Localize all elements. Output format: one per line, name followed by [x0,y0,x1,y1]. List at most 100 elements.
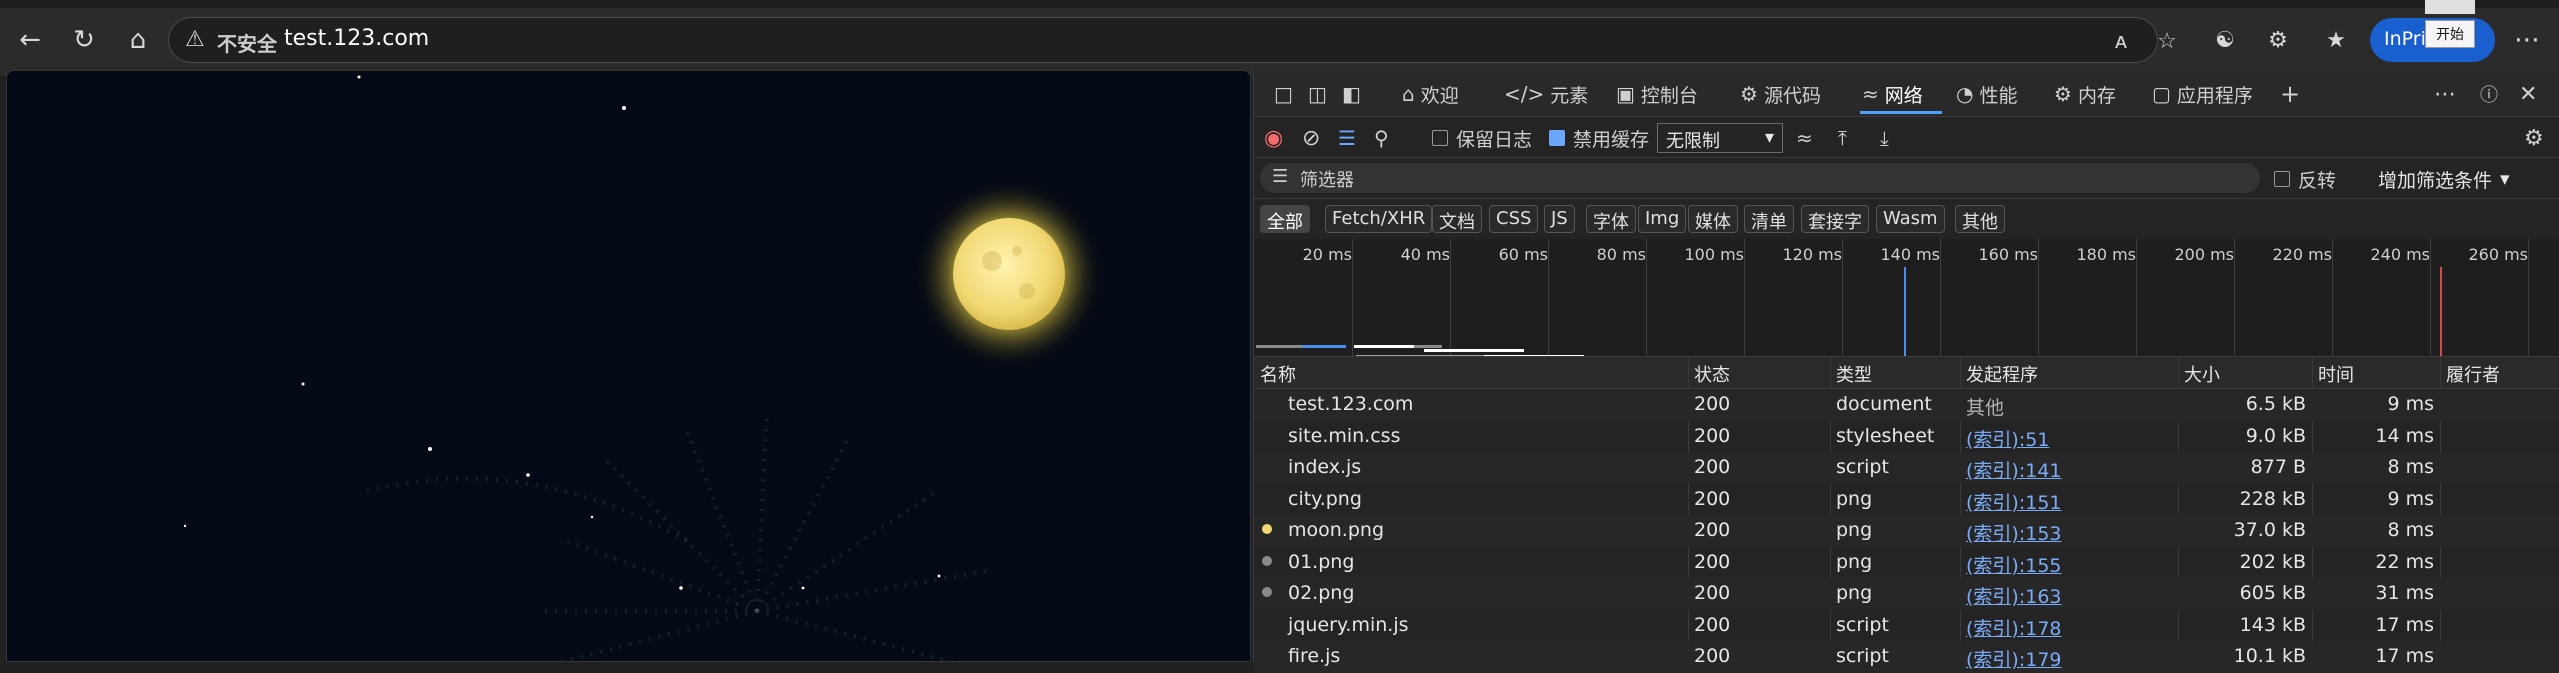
favorite-star-icon[interactable]: ☆ [2152,26,2182,56]
request-status: 200 [1694,487,1731,510]
checkbox-unchecked[interactable] [2274,171,2290,187]
settings-gear-icon[interactable]: ⚙ [2524,124,2544,152]
tab-application[interactable]: ▢ 应用程序 [2152,78,2253,110]
column-header-fulfilled-by[interactable]: 履行者 [2446,361,2500,387]
request-initiator[interactable]: (索引):153 [1966,519,2062,546]
filter-chip-media[interactable]: 媒体 [1688,205,1738,233]
column-header-size[interactable]: 大小 [2184,361,2220,387]
back-icon[interactable]: ← [12,22,48,58]
request-initiator[interactable]: (索引):51 [1966,425,2049,452]
network-conditions-icon[interactable]: ≈ [1796,124,1813,152]
tab-sources[interactable]: ⚙ 源代码 [1740,78,1821,110]
preserve-log-checkbox[interactable]: 保留日志 [1432,124,1532,152]
tab-console[interactable]: ▣ 控制台 [1616,78,1698,110]
filter-chip-manifest[interactable]: 清单 [1744,205,1794,233]
request-time: 9 ms [2387,393,2434,415]
clear-icon[interactable]: ⊘ [1302,124,1320,152]
network-overview-timeline[interactable]: 20 ms 40 ms 60 ms 80 ms 100 ms 120 ms 14… [1254,239,2559,357]
tick-label: 100 ms [1684,245,1744,264]
disable-cache-checkbox[interactable]: 禁用缓存 [1549,124,1649,152]
tick-label: 120 ms [1782,245,1842,264]
home-icon[interactable]: ⌂ [120,22,156,58]
filter-chip-other[interactable]: 其他 [1955,205,2005,233]
table-row[interactable]: moon.png 200 png (索引):153 37.0 kB 8 ms [1254,515,2559,547]
filter-toggle-icon[interactable]: ☰ [1338,124,1356,152]
request-initiator[interactable]: (索引):178 [1966,614,2062,641]
copilot-icon[interactable]: ☯ [2207,22,2243,58]
insecure-label[interactable]: 不安全 [217,28,277,57]
tab-memory[interactable]: ⚙ 内存 [2054,78,2116,110]
checkbox-checked[interactable] [1549,130,1565,146]
record-stop-icon[interactable]: ◉ [1264,124,1283,152]
request-initiator[interactable]: (索引):155 [1966,551,2062,578]
request-size: 9.0 kB [2245,424,2306,447]
more-tools-icon[interactable]: ⋯ [2434,78,2456,110]
table-row[interactable]: test.123.com 200 document 其他 6.5 kB 9 ms [1254,389,2559,421]
request-initiator[interactable]: (索引):151 [1966,488,2062,515]
table-row[interactable]: 02.png 200 png (索引):163 605 kB 31 ms [1254,578,2559,610]
moon [953,218,1065,330]
import-har-icon[interactable]: ⤒ [1838,124,1847,152]
request-initiator[interactable]: (索引):163 [1966,582,2062,609]
table-row[interactable]: city.png 200 png (索引):151 228 kB 9 ms [1254,484,2559,516]
column-header-name[interactable]: 名称 [1260,361,1296,387]
throttle-select[interactable]: 无限制 ▾ [1657,123,1783,153]
address-bar[interactable]: ⚠ 不安全 test.123.com ᴀ ☆ [168,17,2177,63]
tab-elements[interactable]: </> 元素 [1504,78,1588,110]
column-header-time[interactable]: 时间 [2318,361,2354,387]
favorites-icon[interactable]: ★ [2318,22,2354,58]
filter-chip-all[interactable]: 全部 [1260,205,1310,233]
request-time: 17 ms [2375,613,2434,636]
tab-network[interactable]: ≈ 网络 [1862,78,1923,110]
request-initiator: 其他 [1966,397,2005,419]
read-aloud-icon[interactable]: ᴀ [2106,26,2136,56]
export-har-icon[interactable]: ⤓ [1880,124,1889,152]
request-initiator[interactable]: (索引):141 [1966,456,2062,483]
filter-chip-doc[interactable]: 文档 [1432,205,1482,233]
tab-welcome[interactable]: ⌂ 欢迎 [1402,78,1459,110]
help-icon[interactable]: ⓘ [2480,78,2498,110]
refresh-icon[interactable]: ↻ [66,22,102,58]
web-page-viewport[interactable] [6,70,1251,662]
request-initiator[interactable]: (索引):179 [1966,645,2062,672]
tab-performance[interactable]: ◔ 性能 [1956,78,2017,110]
inspect-icon[interactable]: □ [1274,78,1299,110]
close-icon[interactable]: ✕ [2519,78,2537,110]
filter-chip-font[interactable]: 字体 [1586,205,1636,233]
more-menu-icon[interactable]: ⋯ [2509,22,2545,58]
more-filters-dropdown[interactable]: 增加筛选条件 ▾ [2378,165,2510,193]
search-icon[interactable]: ⚲ [1374,124,1389,152]
url-text[interactable]: test.123.com [284,26,429,51]
filter-chip-js[interactable]: JS [1544,205,1575,233]
filter-chip-wasm[interactable]: Wasm [1876,205,1945,233]
table-row[interactable]: fire.js 200 script (索引):179 10.1 kB 17 ms [1254,641,2559,673]
dock-icon[interactable]: ◧ [1342,78,1367,110]
request-type: png [1836,582,1873,604]
column-header-type[interactable]: 类型 [1836,361,1872,387]
bug-icon: ⚙ [1740,82,1758,106]
column-header-initiator[interactable]: 发起程序 [1966,361,2038,387]
overview-bar [1302,345,1346,348]
add-tab-icon[interactable]: + [2280,78,2300,110]
filter-chip-img[interactable]: Img [1638,205,1687,233]
overview-bar [1424,349,1524,352]
column-header-status[interactable]: 状态 [1694,361,1730,387]
extensions-icon[interactable]: ⚙ [2260,22,2296,58]
table-row[interactable]: index.js 200 script (索引):141 877 B 8 ms [1254,452,2559,484]
request-time: 8 ms [2387,456,2434,478]
filter-chip-ws[interactable]: 套接字 [1801,205,1869,233]
warning-icon[interactable]: ⚠ [185,27,211,53]
request-size: 6.5 kB [2245,393,2306,415]
filter-input[interactable]: ☰ 筛选器 [1260,163,2260,193]
device-toolbar-icon[interactable]: ◫ [1308,78,1333,110]
request-size: 10.1 kB [2233,645,2306,667]
filter-chip-css[interactable]: CSS [1489,205,1539,233]
table-row[interactable]: site.min.css 200 stylesheet (索引):51 9.0 kB 14… [1254,421,2559,453]
checkbox-unchecked[interactable] [1432,130,1448,146]
filter-chip-fetch[interactable]: Fetch/XHR [1325,205,1433,233]
invert-checkbox[interactable]: 反转 [2274,165,2336,193]
tick-label: 60 ms [1498,245,1548,264]
table-row[interactable]: 01.png 200 png (索引):155 202 kB 22 ms [1254,547,2559,579]
overview-bar [1354,345,1414,348]
table-row[interactable]: jquery.min.js 200 script (索引):178 143 kB 17 m… [1254,610,2559,642]
